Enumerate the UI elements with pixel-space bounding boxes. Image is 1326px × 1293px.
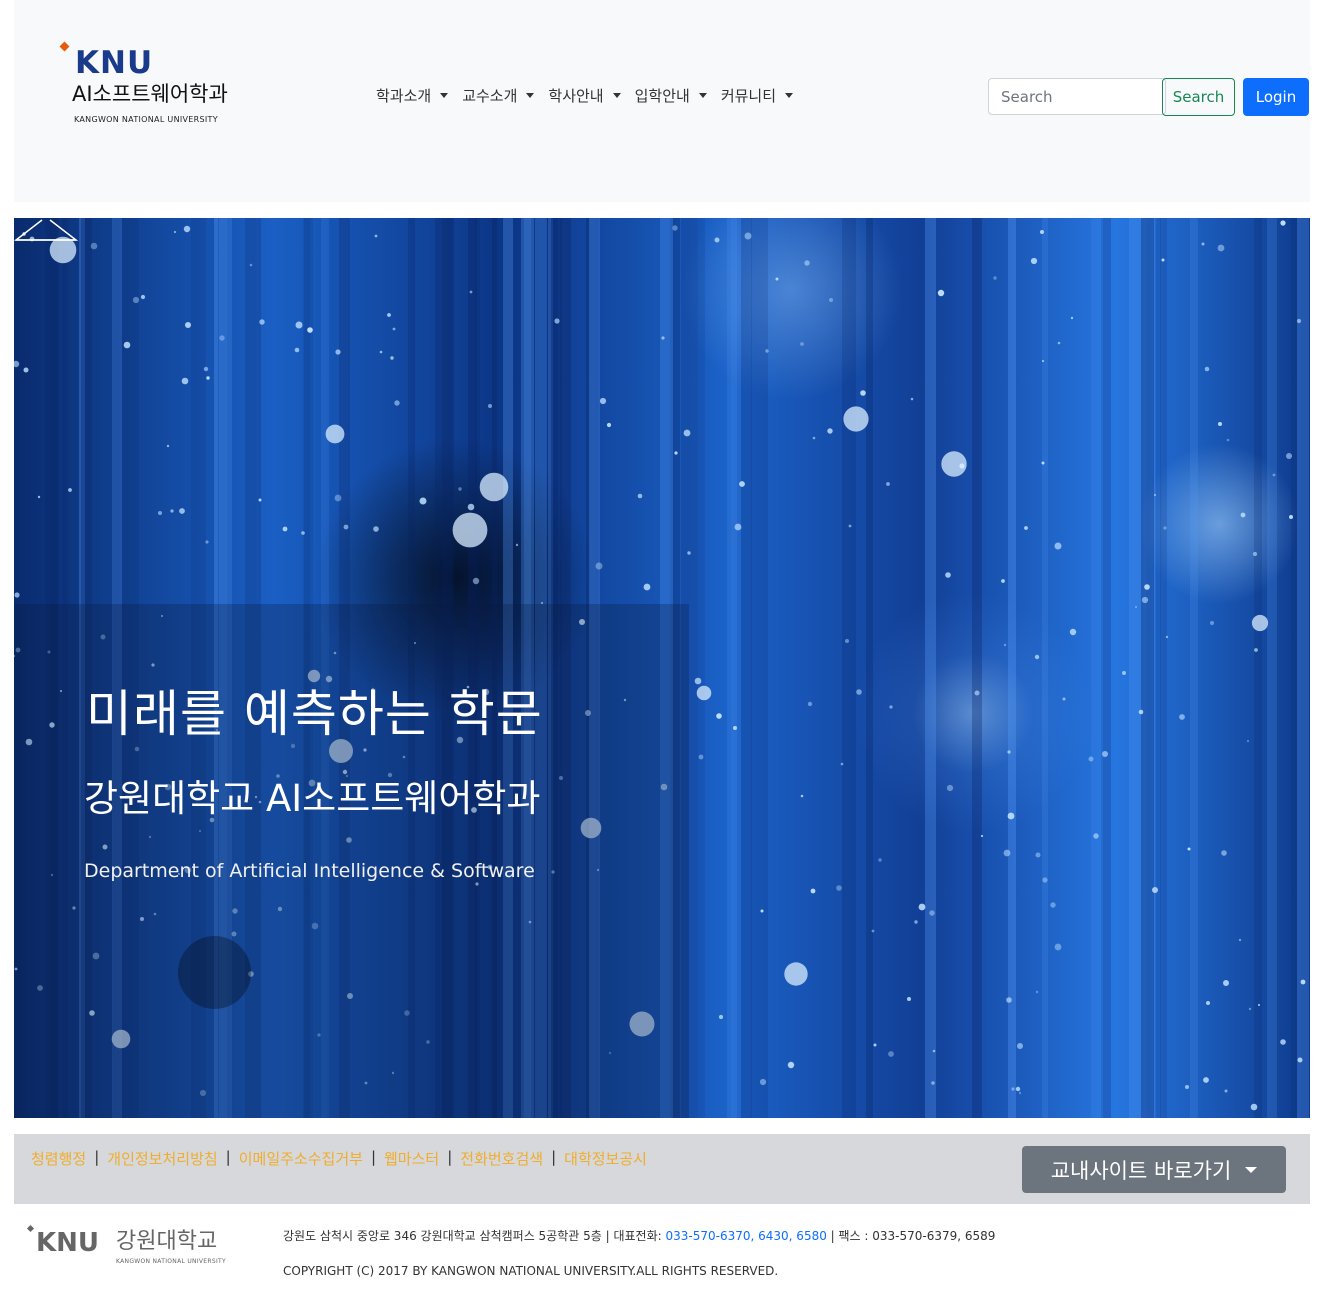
footer-separator: | <box>94 1148 100 1166</box>
menu-item-admission[interactable]: 입학안내 <box>635 85 707 106</box>
menu-item-dept-intro[interactable]: 학과소개 <box>376 85 449 106</box>
footer-logo-sub: KANGWON NATIONAL UNIVERSITY <box>116 1258 226 1265</box>
hero-description: Department of Artificial Intelligence & … <box>84 860 535 882</box>
footer-link-email-refusal[interactable]: 이메일주소수집거부 <box>239 1148 363 1169</box>
footer-link-privacy[interactable]: 개인정보처리방침 <box>107 1148 217 1169</box>
caret-down-icon <box>526 93 535 98</box>
caret-down-icon <box>785 93 794 98</box>
footer-separator: | <box>551 1148 557 1166</box>
phone-numbers-link[interactable]: 033-570-6370, 6430, 6580 <box>666 1229 827 1243</box>
menu-label: 학사안내 <box>548 87 604 105</box>
hero-carousel: 미래를 예측하는 학문 강원대학교 AI소프트웨어학과 Department o… <box>14 218 1310 1118</box>
caret-down-icon <box>1245 1166 1258 1173</box>
main-menu: 학과소개 교수소개 학사안내 입학안내 커뮤니티 <box>376 85 807 106</box>
logo-diamond-icon <box>26 1224 34 1232</box>
search-button[interactable]: Search <box>1162 78 1235 116</box>
carousel-next-arrow-icon[interactable] <box>14 218 78 242</box>
menu-item-academics[interactable]: 학사안내 <box>548 85 621 106</box>
footer-links: 청렴행정 | 개인정보처리방침 | 이메일주소수집거부 | 웹마스터 | 전화번… <box>31 1148 647 1169</box>
footer-separator: | <box>370 1148 376 1166</box>
footer-link-webmaster[interactable]: 웹마스터 <box>384 1148 439 1169</box>
footer-link-disclosure[interactable]: 대학정보공시 <box>564 1148 647 1169</box>
logo-dept-name: AI소프트웨어학과 <box>72 82 228 106</box>
carousel-next-button[interactable] <box>178 936 251 1009</box>
menu-item-faculty[interactable]: 교수소개 <box>462 85 535 106</box>
footer-link-phone-search[interactable]: 전화번호검색 <box>460 1148 543 1169</box>
logo-knu-text: KNU <box>75 45 154 81</box>
footer-link-integrity[interactable]: 청렴행정 <box>31 1148 86 1169</box>
hero-heading: 미래를 예측하는 학문 <box>86 685 543 743</box>
footer-logo-name: 강원대학교 <box>116 1229 218 1254</box>
footer-logo: KNU 강원대학교 KANGWON NATIONAL UNIVERSITY <box>26 1224 236 1269</box>
menu-label: 학과소개 <box>376 87 432 105</box>
footer-separator: | <box>447 1148 453 1166</box>
address-text: 강원도 삼척시 중앙로 346 강원대학교 삼척캠퍼스 5공학관 5층 | 대표… <box>283 1229 666 1243</box>
footer-logo-knu: KNU <box>36 1228 100 1258</box>
footer-separator: | <box>225 1148 231 1166</box>
campus-sites-dropdown[interactable]: 교내사이트 바로가기 <box>1022 1146 1286 1193</box>
fax-text: | 팩스 : 033-570-6379, 6589 <box>826 1229 996 1243</box>
footer-links-bar: 청렴행정 | 개인정보처리방침 | 이메일주소수집거부 | 웹마스터 | 전화번… <box>14 1134 1310 1204</box>
menu-item-community[interactable]: 커뮤니티 <box>720 85 794 106</box>
caret-down-icon <box>612 93 621 98</box>
dropdown-label: 교내사이트 바로가기 <box>1050 1158 1232 1183</box>
menu-label: 입학안내 <box>634 87 690 105</box>
hero-subheading: 강원대학교 AI소프트웨어학과 <box>84 777 541 820</box>
menu-label: 교수소개 <box>462 87 518 105</box>
logo-diamond-icon <box>58 42 70 54</box>
login-button[interactable]: Login <box>1243 78 1309 116</box>
caret-down-icon <box>698 93 707 98</box>
caret-down-icon <box>440 93 449 98</box>
footer-address: 강원도 삼척시 중앙로 346 강원대학교 삼척캠퍼스 5공학관 5층 | 대표… <box>283 1227 995 1244</box>
logo-univ-name: KANGWON NATIONAL UNIVERSITY <box>74 115 218 124</box>
search-input[interactable] <box>988 78 1166 115</box>
footer-copyright: COPYRIGHT (C) 2017 BY KANGWON NATIONAL U… <box>283 1264 779 1278</box>
menu-label: 커뮤니티 <box>720 87 777 105</box>
